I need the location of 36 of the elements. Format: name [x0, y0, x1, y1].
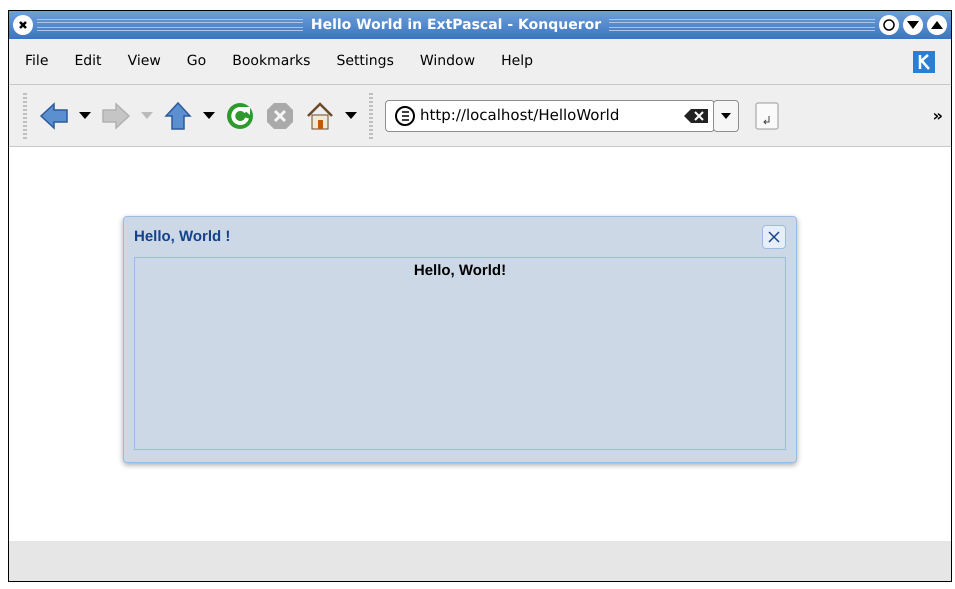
- sticky-button[interactable]: [879, 15, 900, 35]
- dialog-title: Hello, World !: [134, 226, 232, 247]
- more-tools-button[interactable]: »: [932, 104, 943, 128]
- menu-item[interactable]: Go: [186, 51, 206, 72]
- menu-item[interactable]: View: [128, 51, 161, 72]
- home-icon[interactable]: [305, 100, 335, 130]
- close-icon: [18, 20, 28, 30]
- close-button[interactable]: [13, 15, 33, 35]
- go-icon[interactable]: [755, 102, 779, 130]
- caret-icon[interactable]: [345, 112, 357, 119]
- location-field[interactable]: http://localhost/HelloWorld: [385, 100, 715, 132]
- caret-icon: [721, 112, 731, 118]
- maximize-button[interactable]: [927, 15, 948, 35]
- triangle-up-icon: [931, 21, 944, 29]
- page-icon: [394, 104, 416, 126]
- minimize-button[interactable]: [903, 15, 924, 35]
- back-arrow-icon[interactable]: [39, 100, 69, 130]
- close-icon: [768, 231, 780, 243]
- menu-item[interactable]: Help: [501, 51, 533, 72]
- menu-item[interactable]: Edit: [74, 51, 102, 72]
- clear-icon[interactable]: [684, 108, 710, 124]
- menu-item[interactable]: Settings: [336, 51, 394, 72]
- caret-icon[interactable]: [79, 112, 91, 119]
- up-arrow-icon[interactable]: [163, 100, 193, 130]
- dialog-message: Hello, World!: [414, 261, 506, 280]
- menu-item[interactable]: File: [25, 51, 48, 72]
- caret-icon[interactable]: [203, 112, 215, 119]
- reload-icon[interactable]: [225, 100, 255, 130]
- url-field[interactable]: http://localhost/HelloWorld: [420, 104, 684, 127]
- history-dropdown-button[interactable]: [713, 100, 739, 132]
- kde-logo-icon: [913, 50, 935, 72]
- menu-item[interactable]: Bookmarks: [232, 51, 310, 72]
- dialog-close-button[interactable]: [762, 225, 786, 249]
- menu-item[interactable]: Window: [420, 51, 476, 72]
- window-title: Hello World in ExtPascal - Konqueror: [310, 16, 602, 34]
- triangle-down-icon: [907, 21, 920, 29]
